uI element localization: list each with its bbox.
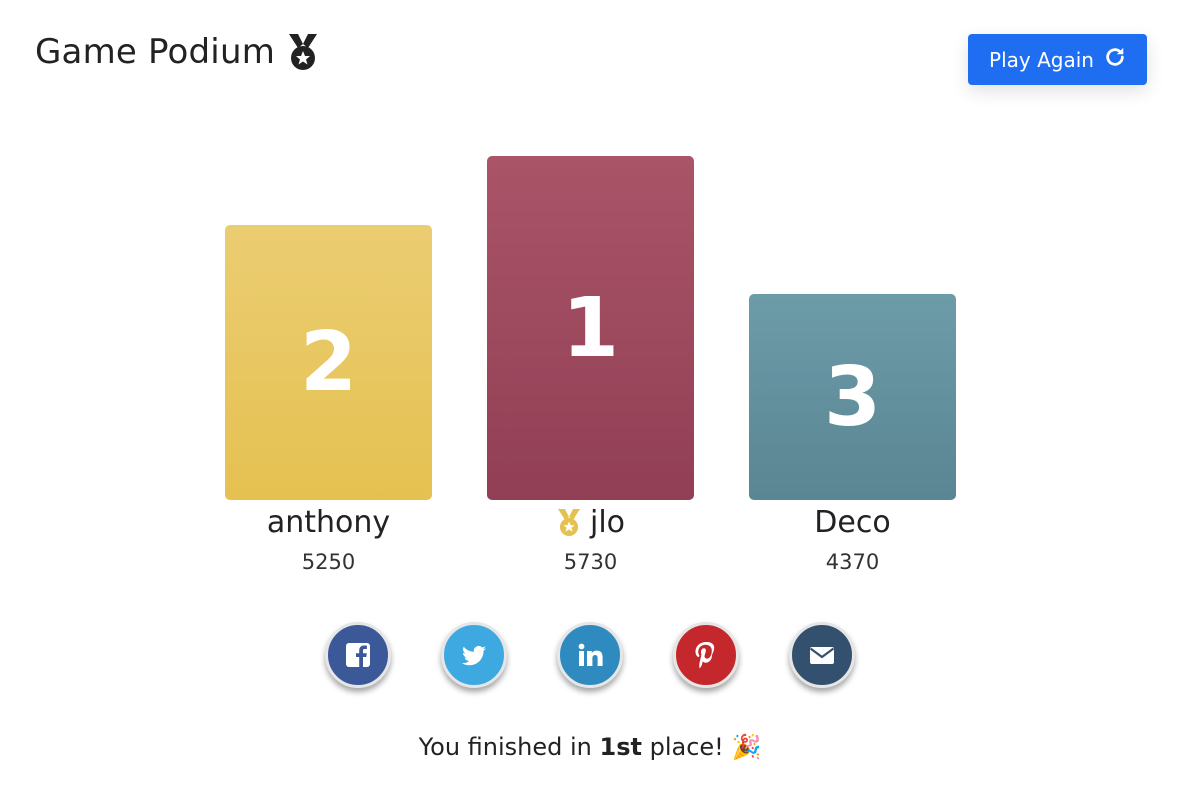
result-suffix: place!	[641, 733, 732, 761]
result-place: 1st	[599, 733, 642, 761]
email-share-button[interactable]	[789, 622, 855, 688]
result-message: You finished in 1st place! 🎉	[0, 733, 1180, 761]
linkedin-icon	[578, 643, 603, 666]
podium-block-third: 3	[749, 294, 956, 500]
facebook-share-button[interactable]	[325, 622, 391, 688]
player-score-third: 4370	[825, 550, 880, 574]
pinterest-share-button[interactable]	[673, 622, 739, 688]
player-name: anthony	[266, 505, 391, 540]
page-title-text: Game Podium	[35, 32, 276, 72]
gold-medal-icon	[556, 508, 582, 538]
podium-rank: 3	[823, 349, 882, 445]
player-name: Deco	[814, 505, 891, 540]
player-name-third: Deco	[749, 505, 956, 540]
email-icon	[809, 647, 835, 664]
facebook-icon	[346, 643, 370, 667]
podium-block-first: 1	[487, 156, 694, 500]
page-title: Game Podium	[35, 32, 321, 72]
refresh-icon	[1104, 46, 1126, 73]
player-score-first: 5730	[563, 550, 618, 574]
medal-icon	[285, 32, 321, 72]
player-score-second: 5250	[301, 550, 356, 574]
linkedin-share-button[interactable]	[557, 622, 623, 688]
podium-rank: 2	[299, 315, 358, 410]
podium-rank: 1	[561, 280, 620, 376]
player-name-second: anthony	[225, 505, 432, 540]
play-again-button[interactable]: Play Again	[968, 34, 1147, 85]
player-name: jlo	[589, 505, 626, 540]
twitter-icon	[462, 646, 486, 666]
pinterest-icon	[695, 642, 715, 669]
party-popper-icon: 🎉	[731, 733, 762, 761]
podium-block-second: 2	[225, 225, 432, 500]
play-again-label: Play Again	[989, 47, 1094, 72]
social-share-bar	[325, 622, 855, 688]
result-prefix: You finished in	[418, 733, 600, 761]
player-name-first: jlo	[487, 505, 694, 540]
game-podium-page: Game Podium Play Again 2 1 3 anthony jlo…	[0, 0, 1200, 802]
twitter-share-button[interactable]	[441, 622, 507, 688]
